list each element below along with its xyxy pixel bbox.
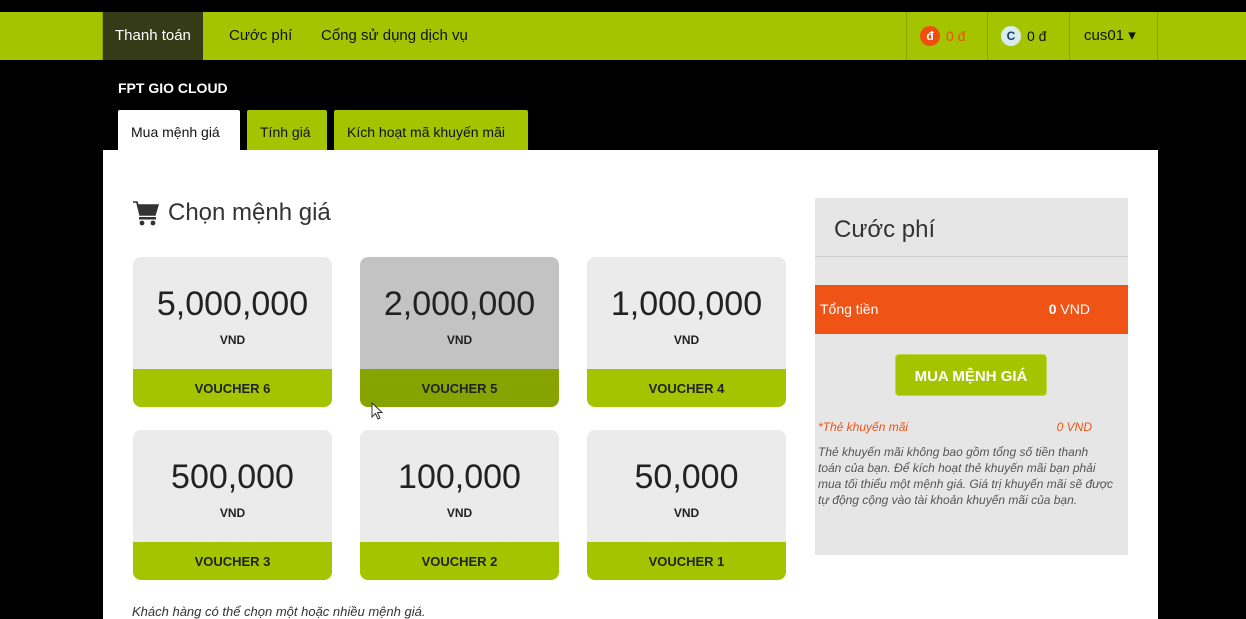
voucher-label: VOUCHER 1	[587, 542, 786, 580]
nav-divider	[987, 12, 988, 60]
voucher-amount: 2,000,000	[383, 285, 536, 323]
fee-summary-panel: Cước phí Tổng tiền 0 VND MUA MỆNH GIÁ *T…	[815, 198, 1128, 555]
balance-d-amount: 0 đ	[946, 28, 966, 44]
balance-d[interactable]: đ 0 đ	[920, 12, 965, 60]
voucher-currency: VND	[673, 333, 700, 347]
voucher-card[interactable]: 2,000,000 VND VOUCHER 5	[360, 257, 559, 407]
nav-divider	[906, 12, 907, 60]
total-bar: Tổng tiền 0 VND	[815, 285, 1128, 334]
nav-divider	[1157, 12, 1158, 60]
tab-price-calc[interactable]: Tính giá	[247, 110, 327, 151]
voucher-label: VOUCHER 3	[133, 542, 332, 580]
dong-coin-icon: đ	[920, 26, 940, 46]
voucher-label: VOUCHER 6	[133, 369, 332, 407]
voucher-label: VOUCHER 4	[587, 369, 786, 407]
brand-title: FPT GIO CLOUD	[118, 80, 228, 96]
voucher-amount: 50,000	[634, 458, 739, 496]
promo-value: 0 VND	[1056, 420, 1092, 434]
voucher-card[interactable]: 500,000 VND VOUCHER 3	[133, 430, 332, 580]
tab-buy-denomination[interactable]: Mua mệnh giá	[118, 110, 240, 151]
balance-c[interactable]: C 0 đ	[1001, 12, 1046, 60]
promo-description: Thẻ khuyến mãi không bao gồm tổng số tiề…	[818, 445, 1113, 507]
voucher-currency: VND	[219, 506, 246, 520]
voucher-card[interactable]: 5,000,000 VND VOUCHER 6	[133, 257, 332, 407]
voucher-amount: 5,000,000	[156, 285, 309, 323]
top-navbar: Thanh toán Cước phí Cổng sử dụng dịch vụ…	[0, 12, 1246, 60]
promo-label: *Thẻ khuyến mãi	[818, 420, 909, 434]
divider	[815, 256, 1128, 257]
voucher-amount: 1,000,000	[610, 285, 763, 323]
user-menu[interactable]: cus01 ▾	[1084, 12, 1136, 60]
voucher-currency: VND	[446, 506, 473, 520]
nav-item-payment[interactable]: Thanh toán	[103, 12, 203, 60]
voucher-card[interactable]: 100,000 VND VOUCHER 2	[360, 430, 559, 580]
summary-title: Cước phí	[834, 216, 936, 243]
total-value: 0 VND	[1048, 301, 1090, 317]
total-label: Tổng tiền	[820, 301, 879, 317]
cart-icon	[133, 201, 160, 226]
voucher-amount: 500,000	[171, 458, 294, 496]
voucher-label: VOUCHER 5	[360, 369, 559, 407]
tab-activate-promo[interactable]: Kích hoạt mã khuyến mãi	[334, 110, 528, 151]
voucher-label: VOUCHER 2	[360, 542, 559, 580]
voucher-amount: 100,000	[398, 458, 521, 496]
voucher-currency: VND	[446, 333, 473, 347]
voucher-card[interactable]: 50,000 VND VOUCHER 1	[587, 430, 786, 580]
voucher-card[interactable]: 1,000,000 VND VOUCHER 4	[587, 257, 786, 407]
selection-note: Khách hàng có thể chọn một hoặc nhiều mệ…	[132, 604, 426, 619]
mouse-cursor-icon	[371, 402, 384, 420]
promo-row: *Thẻ khuyến mãi 0 VND	[818, 420, 1108, 434]
section-title: Chọn mệnh giá	[132, 199, 331, 227]
nav-item-fees[interactable]: Cước phí	[217, 12, 304, 60]
nav-divider	[1069, 12, 1070, 60]
credit-coin-icon: C	[1001, 26, 1021, 46]
section-title-text: Chọn mệnh giá	[168, 199, 331, 226]
nav-item-service-portal[interactable]: Cổng sử dụng dịch vụ	[309, 12, 480, 60]
voucher-currency: VND	[219, 333, 246, 347]
balance-c-amount: 0 đ	[1027, 28, 1047, 44]
voucher-currency: VND	[673, 506, 700, 520]
buy-denomination-button[interactable]: MUA MỆNH GIÁ	[895, 354, 1047, 396]
